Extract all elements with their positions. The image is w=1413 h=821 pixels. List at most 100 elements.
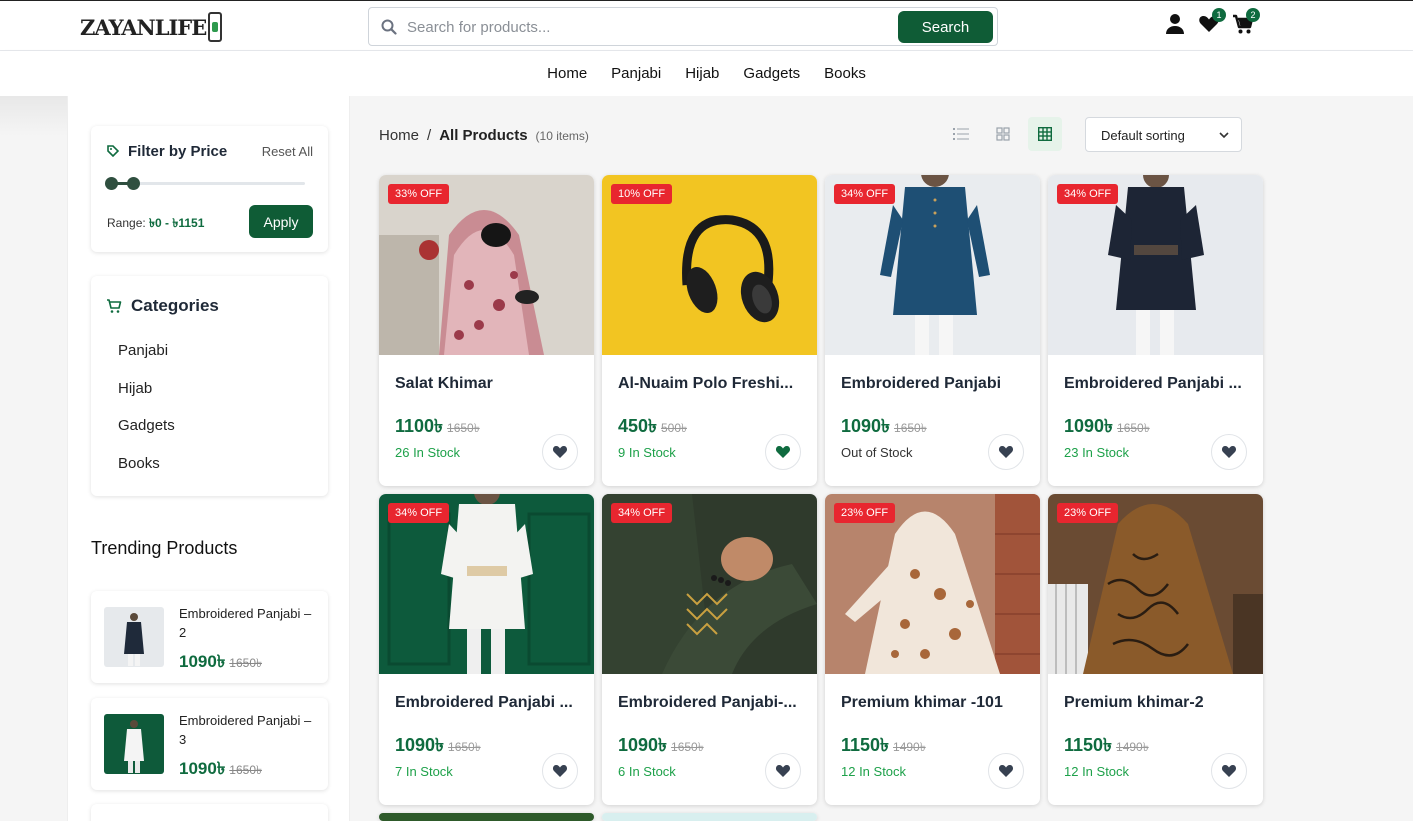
user-icon bbox=[1166, 14, 1184, 34]
list-view-button[interactable] bbox=[944, 117, 978, 151]
product-card[interactable]: 34% OFF Embroidered Panjabi-... 1090৳ 165… bbox=[602, 494, 817, 805]
stock-status: 23 In Stock bbox=[1064, 445, 1130, 460]
tag-icon bbox=[107, 145, 119, 157]
heart-icon bbox=[1221, 446, 1237, 458]
trending-item-price: 1090৳ 1650৳ bbox=[179, 652, 262, 671]
category-item-gadgets[interactable]: Gadgets bbox=[118, 417, 175, 455]
wishlist-toggle[interactable] bbox=[542, 434, 578, 470]
category-list: Panjabi Hijab Gadgets Books bbox=[118, 342, 175, 492]
wishlist-toggle[interactable] bbox=[1211, 753, 1247, 789]
breadcrumb-home[interactable]: Home bbox=[379, 127, 419, 144]
account-button[interactable] bbox=[1164, 13, 1186, 37]
product-price: 1090৳ 1650৳ bbox=[1064, 416, 1150, 436]
product-name[interactable]: Embroidered Panjabi bbox=[841, 375, 1031, 393]
apply-button[interactable]: Apply bbox=[249, 205, 313, 238]
price-slider[interactable] bbox=[105, 177, 305, 190]
product-card[interactable]: 23% OFF Premium khimar -101 1150৳ 1490৳ 1… bbox=[825, 494, 1040, 805]
heart-filled-icon bbox=[775, 446, 791, 458]
discount-badge: 34% OFF bbox=[611, 503, 673, 523]
category-item-panjabi[interactable]: Panjabi bbox=[118, 342, 175, 380]
product-name[interactable]: Premium khimar -101 bbox=[841, 694, 1031, 712]
trending-item-name: Embroidered Panjabi – 2 bbox=[179, 606, 312, 640]
trending-item-name: Embroidered Panjabi – 3 bbox=[179, 713, 312, 747]
header-actions: 1 2 bbox=[1164, 8, 1260, 37]
trending-item[interactable]: Embroidered Panjabi – 3 1090৳ 1650৳ bbox=[91, 698, 328, 790]
wishlist-toggle[interactable] bbox=[988, 753, 1024, 789]
product-price: 1150৳ 1490৳ bbox=[1064, 735, 1149, 755]
wishlist-toggle[interactable] bbox=[542, 753, 578, 789]
product-card[interactable]: 34% OFF Embroidered Panjabi ... 1090৳ 165… bbox=[1048, 175, 1263, 486]
nav-books[interactable]: Books bbox=[812, 65, 878, 82]
trending-item[interactable] bbox=[91, 804, 328, 821]
discount-badge: 34% OFF bbox=[834, 184, 896, 204]
grid-2-icon bbox=[996, 127, 1010, 141]
logo-text: ZAYANLIFE bbox=[80, 14, 207, 40]
trending-title: Trending Products bbox=[91, 538, 238, 558]
breadcrumb-current: All Products bbox=[439, 127, 528, 144]
product-name[interactable]: Salat Khimar bbox=[395, 375, 585, 393]
product-name[interactable]: Embroidered Panjabi ... bbox=[1064, 375, 1254, 393]
category-item-hijab[interactable]: Hijab bbox=[118, 380, 175, 418]
grid-view-button[interactable] bbox=[986, 117, 1020, 151]
heart-icon bbox=[998, 446, 1014, 458]
trending-item-image bbox=[104, 607, 164, 667]
product-card[interactable]: 23% OFF Premium khimar-2 1150৳ 1490৳ 12 I… bbox=[1048, 494, 1263, 805]
product-price: 1090৳ 1650৳ bbox=[841, 416, 927, 436]
wishlist-toggle[interactable] bbox=[765, 753, 801, 789]
wishlist-toggle[interactable] bbox=[988, 434, 1024, 470]
wishlist-button[interactable]: 1 bbox=[1198, 8, 1226, 37]
cart-button[interactable]: 2 bbox=[1232, 8, 1260, 37]
heart-icon bbox=[552, 446, 568, 458]
wishlist-toggle[interactable] bbox=[1211, 434, 1247, 470]
stock-status: 9 In Stock bbox=[618, 445, 676, 460]
heart-icon bbox=[998, 765, 1014, 777]
price-range-value: ৳0 - ৳1151 bbox=[149, 216, 205, 230]
nav-hijab[interactable]: Hijab bbox=[673, 65, 731, 82]
product-price: 450৳ 500৳ bbox=[618, 416, 687, 436]
trending-item-price: 1090৳ 1650৳ bbox=[179, 759, 262, 778]
slider-max-handle[interactable] bbox=[127, 177, 140, 190]
product-card[interactable]: 34% OFF Embroidered Panjabi 1090৳ 1650৳ O… bbox=[825, 175, 1040, 486]
heart-icon bbox=[1221, 765, 1237, 777]
product-name[interactable]: Embroidered Panjabi ... bbox=[395, 694, 585, 712]
product-name[interactable]: Al-Nuaim Polo Freshi... bbox=[618, 375, 808, 393]
price-filter-card: Filter by Price Reset All Range: ৳0 - ৳1… bbox=[91, 126, 328, 252]
breadcrumb: Home / All Products (10 items) bbox=[379, 127, 589, 144]
cart-count-badge: 2 bbox=[1246, 8, 1260, 22]
trending-item[interactable]: Embroidered Panjabi – 2 1090৳ 1650৳ bbox=[91, 591, 328, 683]
wishlist-count-badge: 1 bbox=[1212, 8, 1226, 22]
product-name[interactable]: Embroidered Panjabi-... bbox=[618, 694, 808, 712]
nav-panjabi[interactable]: Panjabi bbox=[599, 65, 673, 82]
wishlist-toggle[interactable] bbox=[765, 434, 801, 470]
stock-status: 26 In Stock bbox=[395, 445, 461, 460]
nav-gadgets[interactable]: Gadgets bbox=[731, 65, 812, 82]
heart-icon bbox=[775, 765, 791, 777]
discount-badge: 23% OFF bbox=[834, 503, 896, 523]
heart-icon bbox=[552, 765, 568, 777]
category-item-books[interactable]: Books bbox=[118, 455, 175, 493]
search-button[interactable]: Search bbox=[898, 11, 993, 43]
stock-status: Out of Stock bbox=[841, 445, 913, 460]
stock-status: 6 In Stock bbox=[618, 764, 676, 779]
nav-home[interactable]: Home bbox=[535, 65, 599, 82]
stock-status: 12 In Stock bbox=[1064, 764, 1130, 779]
product-card[interactable]: 34% OFF Embroidered Panjabi ... 1090৳ 165… bbox=[379, 494, 594, 805]
logo[interactable]: ZAYANLIFE bbox=[80, 9, 223, 45]
product-card[interactable]: 10% OFF Al-Nuaim Polo Freshi... 450৳ 500৳… bbox=[602, 175, 817, 486]
slider-min-handle[interactable] bbox=[105, 177, 118, 190]
search-input[interactable] bbox=[407, 16, 887, 38]
cart-icon bbox=[107, 299, 122, 313]
product-card[interactable] bbox=[602, 813, 817, 821]
product-card[interactable]: 33% OFF Salat Khimar 1100৳ 1650৳ 26 In St… bbox=[379, 175, 594, 486]
reset-all-link[interactable]: Reset All bbox=[262, 144, 313, 159]
site-header: ZAYANLIFE Search 1 2 bbox=[0, 0, 1413, 51]
logo-icon bbox=[208, 12, 223, 42]
grid-dense-view-button[interactable] bbox=[1028, 117, 1062, 151]
product-name[interactable]: Premium khimar-2 bbox=[1064, 694, 1254, 712]
sort-select[interactable]: Default sorting bbox=[1085, 117, 1242, 152]
product-card[interactable] bbox=[379, 813, 594, 821]
trending-item-image bbox=[104, 714, 164, 774]
discount-badge: 23% OFF bbox=[1057, 503, 1119, 523]
product-area: Home / All Products (10 items) Default s… bbox=[350, 96, 1413, 821]
categories-card: Categories Panjabi Hijab Gadgets Books bbox=[91, 276, 328, 496]
